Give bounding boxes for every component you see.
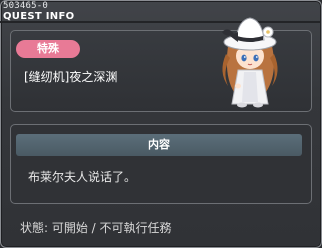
quest-category-badge: 特殊 (16, 40, 80, 58)
quest-name: [缝纫机]夜之深渊 (24, 70, 118, 84)
content-section-header: 内容 (16, 134, 302, 156)
npc-lady-white-hat-icon (222, 17, 278, 108)
quest-id: 503465-0 (3, 1, 48, 11)
quest-status: 状態: 可開始 / 不可執行任務 (20, 221, 172, 235)
quest-description: 布莱尔夫人说话了。 (28, 170, 137, 184)
